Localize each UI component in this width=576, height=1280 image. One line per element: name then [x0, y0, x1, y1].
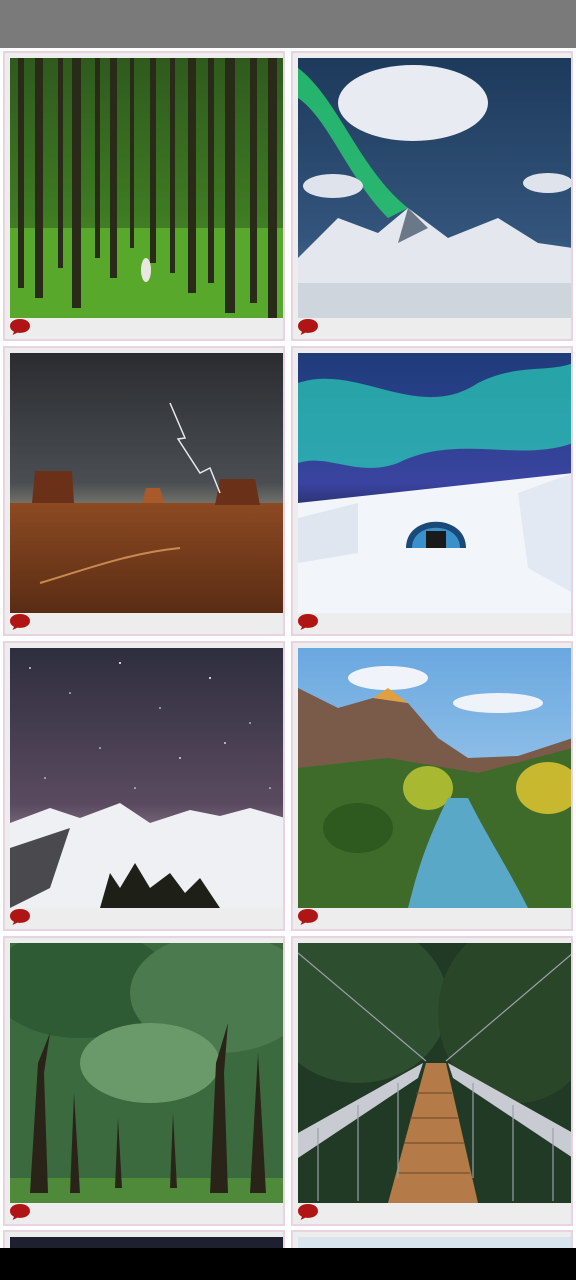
aurora-mountain-photo[interactable] [298, 58, 571, 318]
ice-hotel-aurora-photo[interactable] [298, 353, 571, 613]
gallery-card-tree-avenue[interactable] [3, 936, 285, 1226]
gallery-card-ice-hotel-aurora[interactable] [291, 346, 573, 636]
speech-bubble-icon[interactable] [297, 908, 319, 926]
starry-snow-mountain-photo[interactable] [10, 648, 283, 908]
speech-bubble-icon[interactable] [297, 318, 319, 336]
top-app-bar [0, 0, 576, 48]
gallery-card-canyon-river[interactable] [291, 641, 573, 931]
gallery-card-starry-snow-mountain[interactable] [3, 641, 285, 931]
gallery-card-forest[interactable] [3, 51, 285, 341]
tree-avenue-photo[interactable] [10, 943, 283, 1203]
speech-bubble-icon[interactable] [9, 908, 31, 926]
speech-bubble-icon[interactable] [297, 613, 319, 631]
speech-bubble-icon[interactable] [297, 1203, 319, 1221]
gallery-card-desert-storm[interactable] [3, 346, 285, 636]
gallery-card-suspension-bridge[interactable] [291, 936, 573, 1226]
speech-bubble-icon[interactable] [9, 1203, 31, 1221]
desert-storm-photo[interactable] [10, 353, 283, 613]
canyon-river-photo[interactable] [298, 648, 571, 908]
suspension-bridge-photo[interactable] [298, 943, 571, 1203]
speech-bubble-icon[interactable] [9, 318, 31, 336]
forest-photo[interactable] [10, 58, 283, 318]
gallery-card-aurora-mountain[interactable] [291, 51, 573, 341]
navigation-bar [0, 1248, 576, 1280]
speech-bubble-icon[interactable] [9, 613, 31, 631]
